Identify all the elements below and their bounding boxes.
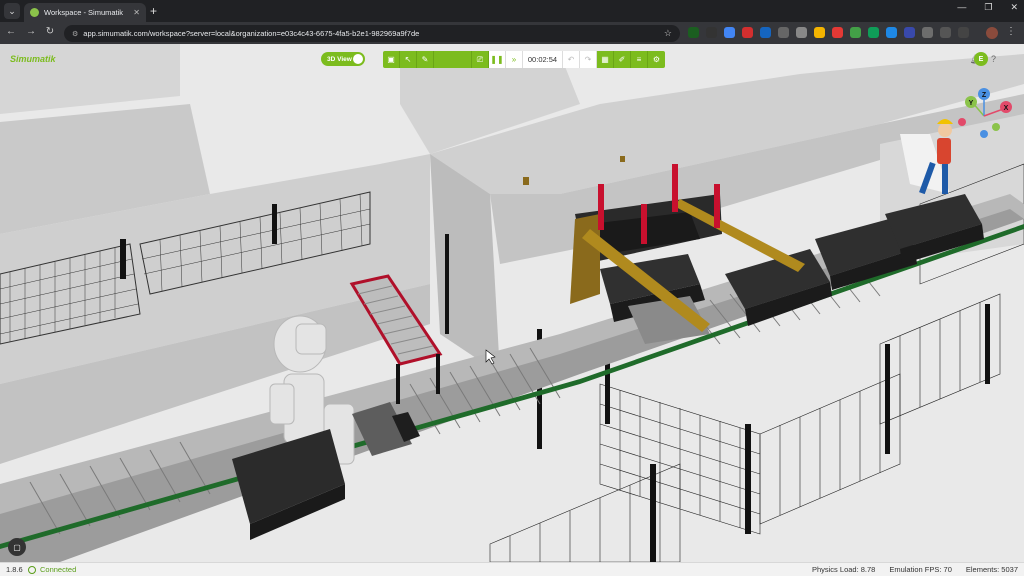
toggle-knob xyxy=(353,54,363,64)
app-version: 1.8.6 xyxy=(6,565,23,574)
physics-load: Physics Load: 8.78 xyxy=(811,565,876,574)
fence-post xyxy=(650,464,656,562)
profile-avatar[interactable] xyxy=(986,27,998,39)
measure-icon[interactable]: ✐ xyxy=(614,51,631,68)
pause-icon[interactable]: ❚❚ xyxy=(489,51,506,68)
tab-title: Workspace - Simumatik xyxy=(44,8,124,17)
minimize-icon[interactable]: — xyxy=(957,2,966,13)
extension-icon[interactable] xyxy=(688,27,699,38)
extension-icon[interactable] xyxy=(832,27,843,38)
3d-view-toggle[interactable]: 3D View xyxy=(321,52,365,66)
extension-icon[interactable] xyxy=(742,27,753,38)
axis-z-label: Z xyxy=(982,92,987,99)
tab-search-icon[interactable]: ⌄ xyxy=(4,3,20,19)
extension-icon[interactable] xyxy=(886,27,897,38)
record-icon[interactable]: ⎚ xyxy=(472,51,489,68)
connection-status-icon xyxy=(28,566,36,574)
extension-icon[interactable] xyxy=(778,27,789,38)
panel-icon[interactable]: ▣ xyxy=(383,51,400,68)
fence-post xyxy=(272,204,277,244)
list-icon[interactable]: ≡ xyxy=(631,51,648,68)
element-count: Elements: 5037 xyxy=(965,565,1018,574)
fence-post xyxy=(445,234,449,334)
extension-icon[interactable] xyxy=(814,27,825,38)
window-close-icon[interactable]: ✕ xyxy=(1010,2,1018,13)
extension-icon[interactable] xyxy=(724,27,735,38)
fence-post xyxy=(745,424,751,534)
site-info-icon[interactable]: ⚙ xyxy=(72,30,78,38)
extension-icon[interactable] xyxy=(922,27,933,38)
extension-icon[interactable] xyxy=(706,27,717,38)
chat-icon[interactable]: ▢ xyxy=(8,538,26,556)
fast-forward-icon[interactable]: » xyxy=(506,51,523,68)
extension-icon[interactable] xyxy=(796,27,807,38)
conveyor-leg xyxy=(436,354,440,394)
gantry-leg xyxy=(570,214,600,304)
factory-scene[interactable]: Y Z X xyxy=(0,44,1024,562)
simulation-timer: 00:02:54 xyxy=(523,51,563,68)
edit-icon[interactable]: ✎ xyxy=(417,51,434,68)
emulation-fps: Emulation FPS: 70 xyxy=(889,565,952,574)
address-bar[interactable]: ⚙ app.simumatik.com/workspace?server=loc… xyxy=(64,25,680,42)
extension-icon[interactable] xyxy=(904,27,915,38)
bookmark-star-icon[interactable]: ☆ xyxy=(664,28,672,39)
reload-icon[interactable]: ↻ xyxy=(43,26,57,37)
window-controls: — ❐ ✕ xyxy=(957,2,1018,13)
conveyor-leg xyxy=(396,364,400,404)
new-tab-icon[interactable]: + xyxy=(150,4,157,18)
sidepanel-icon[interactable] xyxy=(958,27,969,38)
extension-icon[interactable] xyxy=(760,27,771,38)
close-icon[interactable]: ✕ xyxy=(133,8,140,17)
browser-tab[interactable]: Workspace - Simumatik ✕ xyxy=(24,3,146,22)
grid-icon[interactable]: ▦ xyxy=(597,51,614,68)
user-avatar[interactable]: E xyxy=(974,52,988,66)
url-text: app.simumatik.com/workspace?server=local… xyxy=(83,29,420,38)
settings-gear-icon[interactable]: ⚙ xyxy=(648,51,665,68)
extensions-puzzle-icon[interactable] xyxy=(940,27,951,38)
gap xyxy=(434,51,472,68)
fence-post xyxy=(985,304,990,384)
undo-icon[interactable]: ↶ xyxy=(563,51,580,68)
help-icon[interactable]: ? xyxy=(991,54,996,65)
axis-y-label: Y xyxy=(969,100,974,107)
performance-stats: Physics Load: 8.78 Emulation FPS: 70 Ele… xyxy=(812,565,1018,574)
fence-post xyxy=(120,239,126,279)
fence-post xyxy=(885,344,890,454)
extension-icon[interactable] xyxy=(850,27,861,38)
3d-viewport[interactable]: Y Z X Simumatik 3D View ▣ ↖ ✎ ⎚ ❚❚ » 00:… xyxy=(0,44,1024,562)
box xyxy=(523,177,529,185)
axis-x-label: X xyxy=(1004,105,1009,112)
select-icon[interactable]: ↖ xyxy=(400,51,417,68)
restore-icon[interactable]: ❐ xyxy=(984,2,992,13)
browser-menu-icon[interactable]: ⋮ xyxy=(1006,26,1016,37)
extensions-bar xyxy=(688,27,969,38)
status-bar: 1.8.6 Connected Physics Load: 8.78 Emula… xyxy=(0,562,1024,576)
simumatik-favicon-icon xyxy=(30,8,39,17)
simulation-control-bar: ▣ ↖ ✎ ⎚ ❚❚ » 00:02:54 ↶ ↷ ▦ ✐ ≡ ⚙ xyxy=(383,51,665,68)
extension-icon[interactable] xyxy=(868,27,879,38)
browser-chrome: ⌄ Workspace - Simumatik ✕ + — ❐ ✕ ← → ↻ … xyxy=(0,0,1024,44)
toggle-label: 3D View xyxy=(327,55,352,63)
browser-toolbar: ← → ↻ ⚙ app.simumatik.com/workspace?serv… xyxy=(0,22,1024,44)
connection-status: Connected xyxy=(40,565,77,574)
simumatik-logo: Simumatik xyxy=(10,54,56,64)
forward-icon[interactable]: → xyxy=(24,26,38,37)
box xyxy=(620,156,625,162)
redo-icon[interactable]: ↷ xyxy=(580,51,597,68)
back-icon[interactable]: ← xyxy=(4,26,18,37)
tab-strip: ⌄ Workspace - Simumatik ✕ + — ❐ ✕ xyxy=(0,0,1024,22)
